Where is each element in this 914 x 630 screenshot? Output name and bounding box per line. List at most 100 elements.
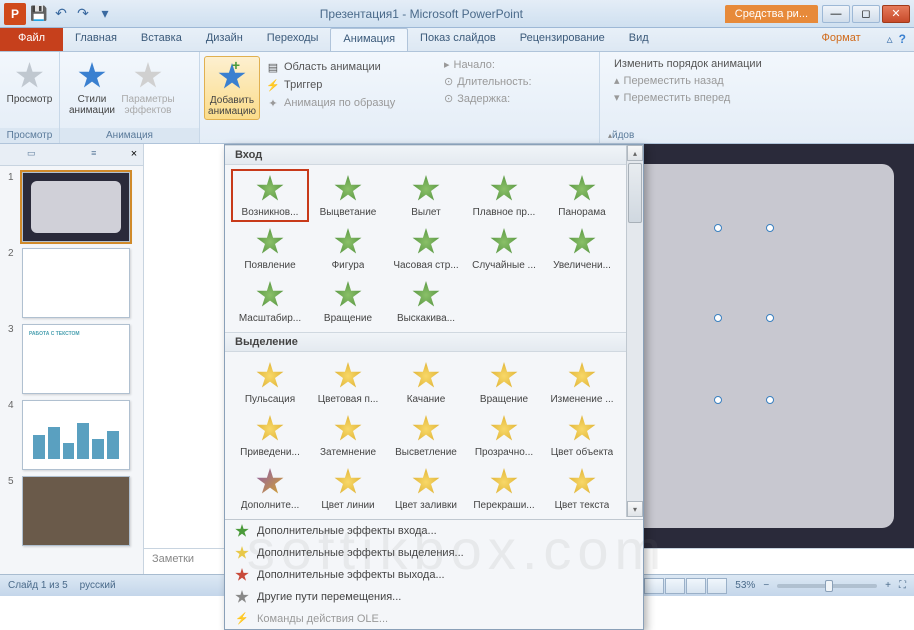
zoom-out-icon[interactable]: − — [763, 580, 769, 591]
effect-item[interactable]: Цвет линии — [309, 462, 387, 515]
effect-item[interactable]: Фигура — [309, 222, 387, 275]
effect-item[interactable]: Перекраши... — [465, 462, 543, 515]
effect-item[interactable]: Качание — [387, 356, 465, 409]
delay-field[interactable]: ⊙Задержка: — [438, 90, 516, 107]
effect-label: Прозрачно... — [475, 447, 533, 458]
slide-thumb-4[interactable]: 4 — [8, 400, 135, 470]
file-tab[interactable]: Файл — [0, 28, 63, 51]
ribbon-collapse-icon[interactable]: ▵ — [887, 32, 893, 47]
effect-item[interactable]: Дополните... — [231, 462, 309, 515]
preview-button[interactable]: Просмотр — [4, 56, 55, 107]
effect-item[interactable]: Выцветание — [309, 169, 387, 222]
add-animation-button[interactable]: + Добавить анимацию — [204, 56, 260, 120]
effect-item[interactable]: Вращение — [309, 275, 387, 328]
slide-thumb-3[interactable]: 3 РАБОТА С ТЕКСТОМ — [8, 324, 135, 394]
zoom-level[interactable]: 53% — [735, 580, 755, 591]
effect-item[interactable]: Цветовая п... — [309, 356, 387, 409]
tab-home[interactable]: Главная — [63, 28, 129, 51]
effect-item[interactable]: Прозрачно... — [465, 409, 543, 462]
effect-item[interactable]: Часовая стр... — [387, 222, 465, 275]
effect-item[interactable]: Вылет — [387, 169, 465, 222]
slide-thumb-1[interactable]: 1 — [8, 172, 135, 242]
effect-label: Цвет линии — [321, 500, 374, 511]
animation-pane-button[interactable]: ▤Область анимации — [260, 58, 401, 76]
tab-design[interactable]: Дизайн — [194, 28, 255, 51]
start-field[interactable]: ▸Начало: — [438, 56, 501, 73]
outline-tab[interactable]: ≡ — [63, 144, 126, 165]
scroll-down-icon[interactable]: ▾ — [627, 501, 643, 517]
effect-item[interactable]: Цвет текста — [543, 462, 621, 515]
selection-handles[interactable] — [714, 224, 774, 404]
effect-item[interactable]: Выскакива... — [387, 275, 465, 328]
minimize-button[interactable]: — — [822, 5, 850, 23]
slide-thumb-5[interactable]: 5 — [8, 476, 135, 546]
status-right: 53% − + ⛶ — [644, 578, 906, 594]
star-icon — [332, 173, 364, 205]
effect-item[interactable]: Изменение ... — [543, 356, 621, 409]
tab-insert[interactable]: Вставка — [129, 28, 194, 51]
effect-item[interactable]: Цвет заливки — [387, 462, 465, 515]
reading-view-button[interactable] — [686, 578, 706, 594]
sorter-view-button[interactable] — [665, 578, 685, 594]
effect-item[interactable]: Случайные ... — [465, 222, 543, 275]
window-controls: — ◻ ✕ — [822, 5, 914, 23]
save-icon[interactable]: 💾 — [30, 5, 48, 23]
slide-thumb-2[interactable]: 2 — [8, 248, 135, 318]
effect-item[interactable]: Увеличени... — [543, 222, 621, 275]
tab-format[interactable]: Формат — [804, 28, 879, 51]
effect-label: Вращение — [480, 394, 528, 405]
thumb-image — [22, 248, 130, 318]
star-icon — [254, 279, 286, 311]
context-tab[interactable]: Средства ри... — [725, 5, 818, 23]
thumb-image — [22, 172, 130, 242]
section-entrance: Вход — [225, 145, 643, 165]
gallery-scrollbar[interactable]: ▴ ▾ — [626, 145, 643, 517]
more-emphasis[interactable]: Дополнительные эффекты выделения... — [225, 542, 643, 564]
slideshow-view-button[interactable] — [707, 578, 727, 594]
redo-icon[interactable]: ↷ — [74, 5, 92, 23]
slides-tab[interactable]: ▭ — [0, 144, 63, 165]
star-icon — [410, 226, 442, 258]
effect-item[interactable]: Приведени... — [231, 409, 309, 462]
help-icon[interactable]: ? — [899, 32, 906, 47]
zoom-handle[interactable] — [825, 580, 833, 592]
close-button[interactable]: ✕ — [882, 5, 910, 23]
group-advanced: + Добавить анимацию ▤Область анимации ⚡Т… — [200, 52, 430, 143]
normal-view-button[interactable] — [644, 578, 664, 594]
language-indicator[interactable]: русский — [80, 580, 116, 591]
effect-item[interactable]: Цвет объекта — [543, 409, 621, 462]
effect-item[interactable]: Панорама — [543, 169, 621, 222]
effect-item[interactable]: Плавное пр... — [465, 169, 543, 222]
more-motion[interactable]: Другие пути перемещения... — [225, 586, 643, 608]
zoom-in-icon[interactable]: + — [885, 580, 891, 591]
tab-animation[interactable]: Анимация — [330, 28, 408, 51]
maximize-button[interactable]: ◻ — [852, 5, 880, 23]
more-exit[interactable]: Дополнительные эффекты выхода... — [225, 564, 643, 586]
effect-item[interactable]: Затемнение — [309, 409, 387, 462]
reorder-title: Изменить порядок анимации — [608, 56, 768, 72]
effect-item[interactable]: Высветление — [387, 409, 465, 462]
undo-icon[interactable]: ↶ — [52, 5, 70, 23]
more-entrance[interactable]: Дополнительные эффекты входа... — [225, 520, 643, 542]
trigger-button[interactable]: ⚡Триггер — [260, 76, 401, 94]
effect-item[interactable]: Масштабир... — [231, 275, 309, 328]
fit-icon[interactable]: ⛶ — [899, 580, 906, 591]
tab-review[interactable]: Рецензирование — [508, 28, 617, 51]
slide-counter: Слайд 1 из 5 — [8, 580, 68, 591]
panel-close-icon[interactable]: × — [125, 144, 143, 165]
scroll-up-icon[interactable]: ▴ — [627, 145, 643, 161]
scroll-thumb[interactable] — [628, 163, 642, 223]
powerpoint-icon[interactable]: P — [4, 3, 26, 25]
effect-item[interactable]: Пульсация — [231, 356, 309, 409]
animation-styles-button[interactable]: Стили анимации — [64, 56, 120, 118]
tab-view[interactable]: Вид — [617, 28, 661, 51]
zoom-slider[interactable] — [777, 584, 877, 588]
effect-item[interactable]: Вращение — [465, 356, 543, 409]
effect-item[interactable]: Появление — [231, 222, 309, 275]
qat-dropdown-icon[interactable]: ▾ — [96, 5, 114, 23]
tab-transitions[interactable]: Переходы — [255, 28, 331, 51]
star-icon — [410, 413, 442, 445]
effect-item[interactable]: Возникнов... — [231, 169, 309, 222]
duration-field[interactable]: ⊙Длительность: — [438, 73, 538, 90]
tab-slideshow[interactable]: Показ слайдов — [408, 28, 508, 51]
